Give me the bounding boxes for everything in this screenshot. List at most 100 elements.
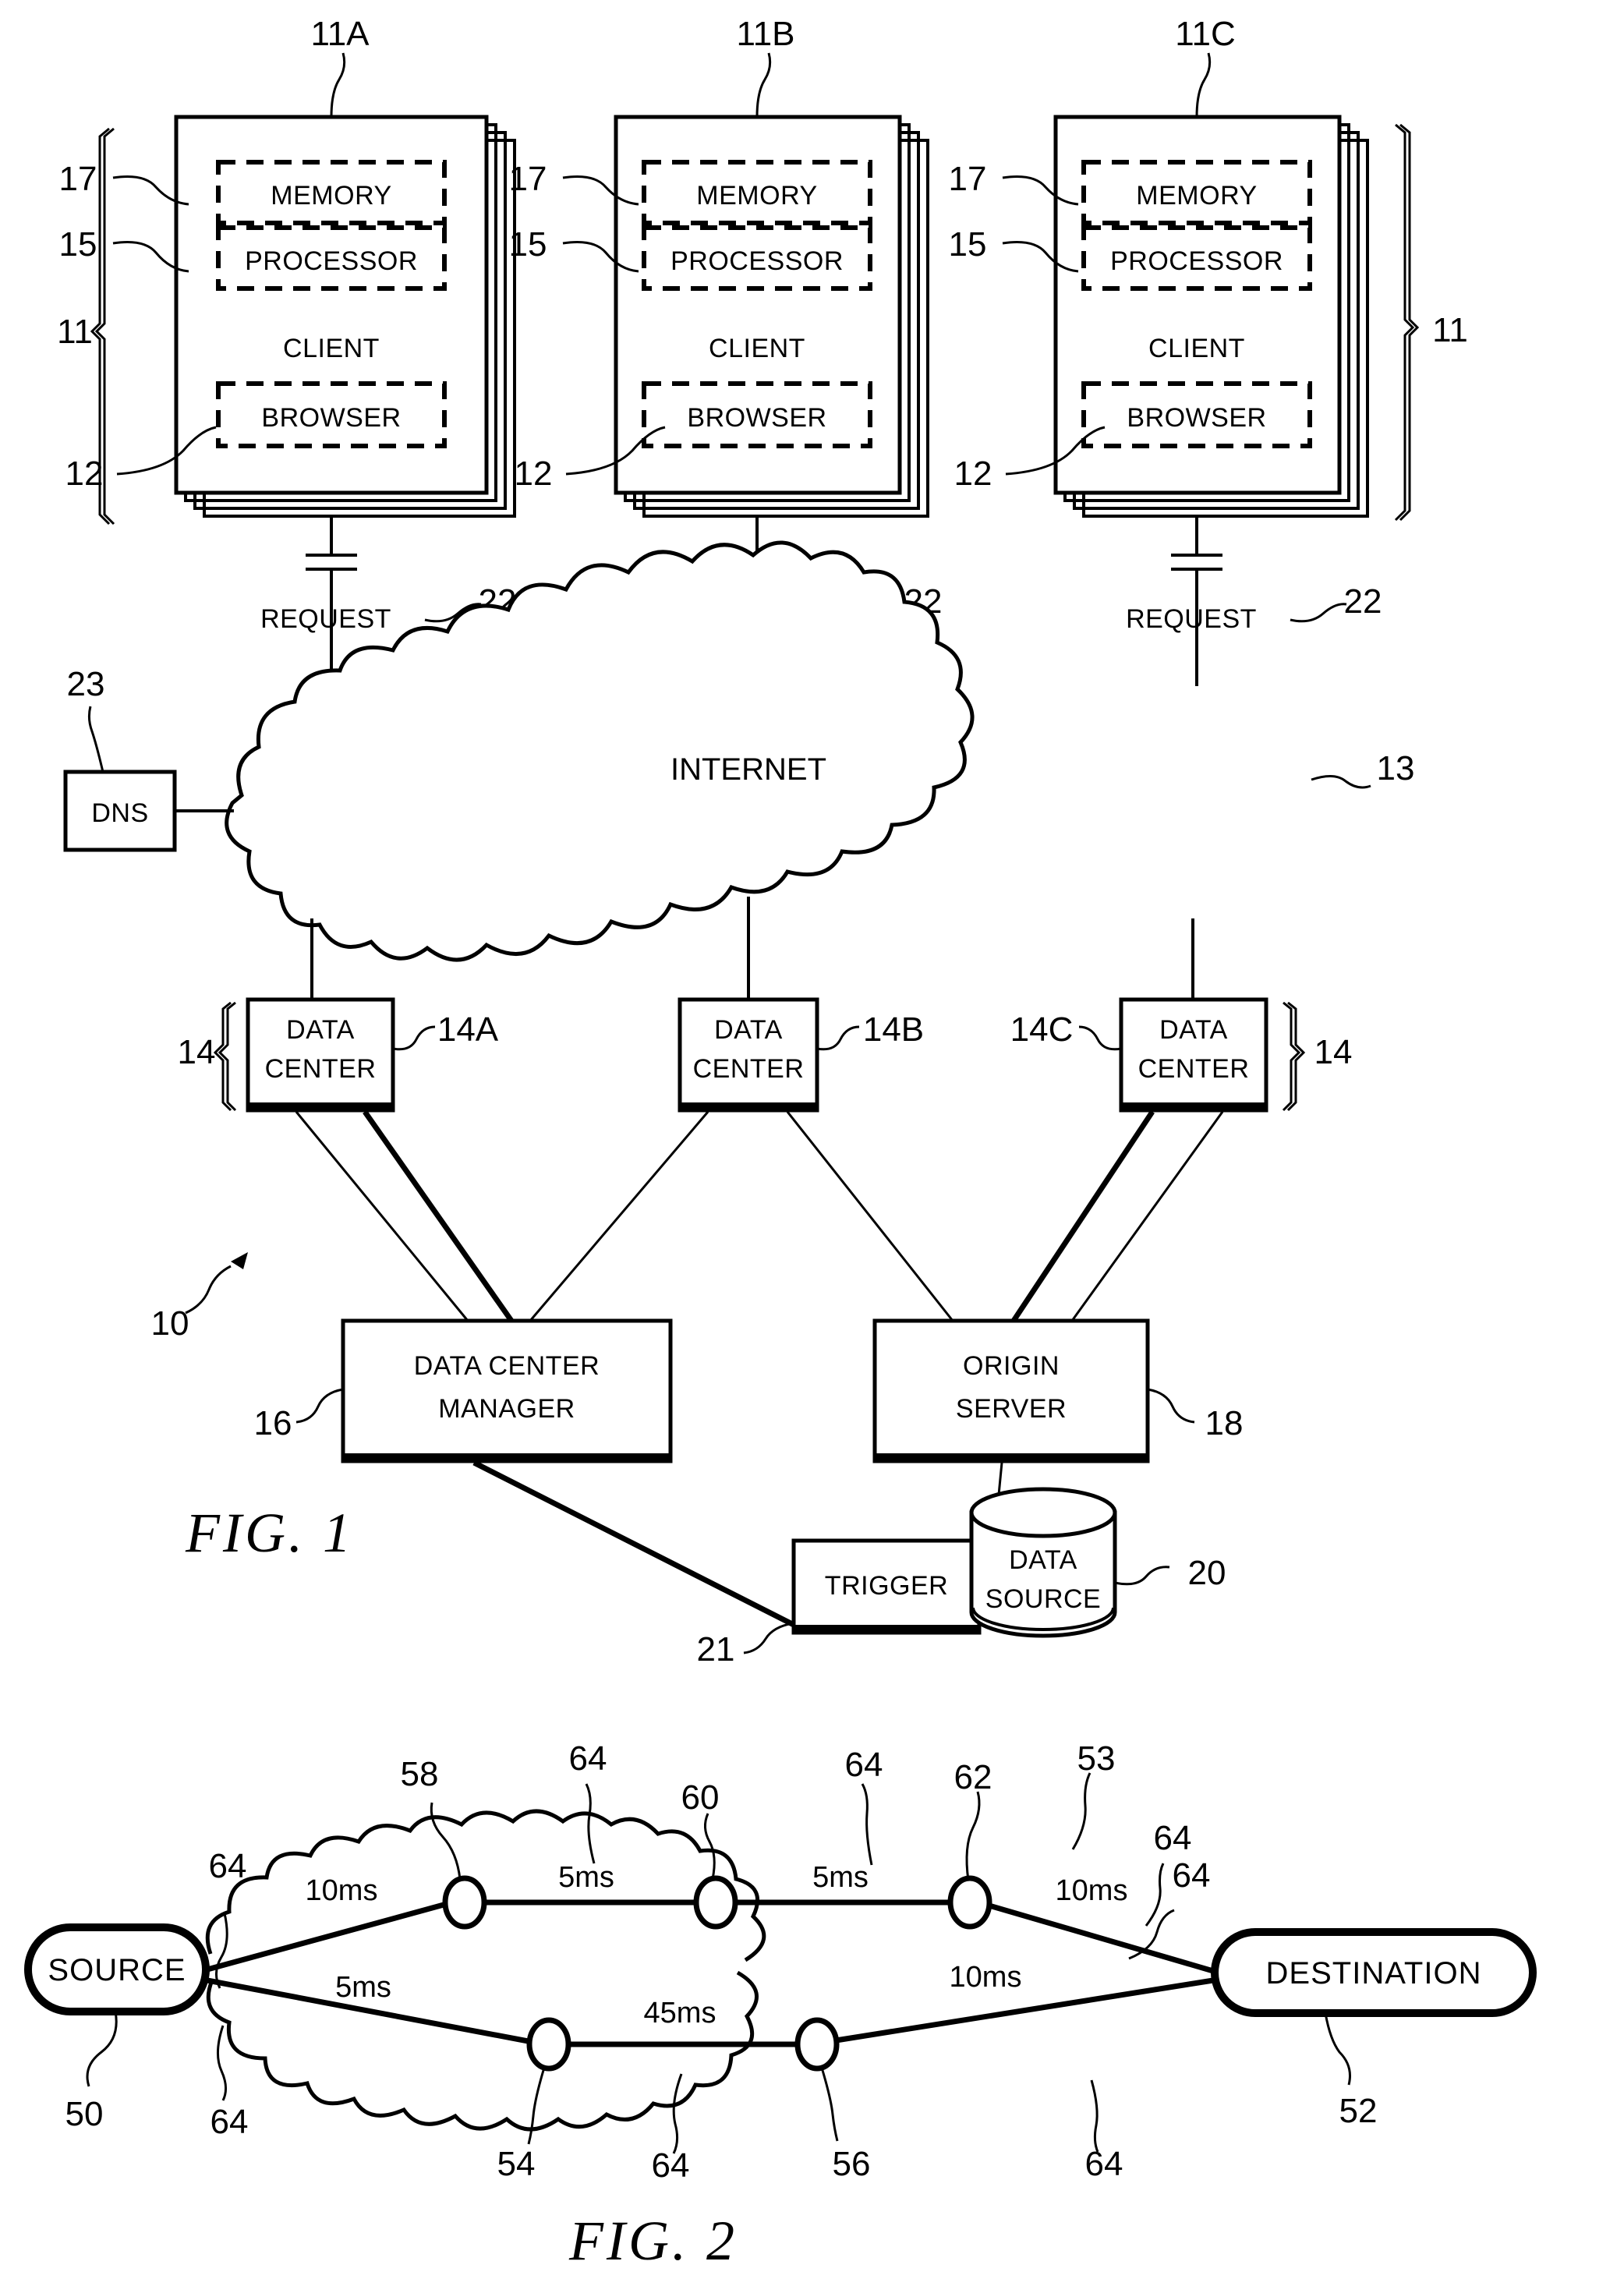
data-center-14C[interactable]: DATA CENTER 14C xyxy=(1010,997,1268,1113)
ref-16: 16 xyxy=(254,1404,292,1442)
ref-21: 21 xyxy=(697,1630,735,1668)
ref-12: 12 xyxy=(65,455,104,493)
data-center-group-bracket-right: 14 xyxy=(1282,1001,1353,1112)
client-memory-label: MEMORY xyxy=(1136,181,1257,211)
figure-2: SOURCE 50 DESTINATION 52 58 60 62 54 56 … xyxy=(24,1739,1537,2272)
ref-14-right: 14 xyxy=(1314,1033,1353,1071)
source-label: SOURCE xyxy=(48,1953,186,1987)
trigger-box[interactable]: TRIGGER 21 xyxy=(697,1538,982,1668)
ref-20: 20 xyxy=(1188,1554,1226,1592)
system-ref-10: 10 xyxy=(151,1252,248,1343)
dns-node[interactable]: DNS 23 xyxy=(63,665,234,852)
client-browser-label: BROWSER xyxy=(1127,403,1266,433)
data-center-label-line1: DATA xyxy=(286,1015,355,1045)
destination-node[interactable]: DESTINATION 52 xyxy=(1211,1928,1537,2130)
ref-62: 62 xyxy=(954,1758,992,1796)
link-ref-64-2: 64 xyxy=(845,1746,883,1866)
ref-17: 17 xyxy=(59,160,97,198)
data-center-manager[interactable]: DATA CENTER MANAGER 16 xyxy=(254,1318,673,1463)
client-title-label: CLIENT xyxy=(283,334,380,363)
origin-server-line1: ORIGIN xyxy=(963,1351,1060,1381)
ref-11C: 11C xyxy=(1175,15,1235,53)
origin-server[interactable]: ORIGIN SERVER 18 xyxy=(872,1318,1244,1463)
data-center-manager-line2: MANAGER xyxy=(438,1394,575,1424)
client-processor-label: PROCESSOR xyxy=(245,246,418,276)
ref-15: 15 xyxy=(949,225,987,264)
ref-15: 15 xyxy=(59,225,97,264)
ref-12: 12 xyxy=(515,455,553,493)
data-center-14B[interactable]: DATA CENTER 14B xyxy=(678,997,924,1113)
data-center-label-line2: CENTER xyxy=(1138,1054,1250,1084)
ref-56: 56 xyxy=(833,2145,871,2183)
ref-64: 64 xyxy=(1173,1856,1211,1895)
dns-label: DNS xyxy=(91,798,148,828)
data-source-cylinder[interactable]: DATA SOURCE 20 xyxy=(969,1487,1226,1638)
data-source-line1: DATA xyxy=(1009,1545,1077,1575)
ref-52: 52 xyxy=(1339,2092,1378,2130)
ref-64: 64 xyxy=(569,1739,607,1778)
network-ref-53: 53 xyxy=(1071,1739,1116,1850)
client-processor-label: PROCESSOR xyxy=(1110,246,1283,276)
source-node[interactable]: SOURCE 50 xyxy=(24,1923,210,2133)
client-stack-11A[interactable]: MEMORY PROCESSOR CLIENT BROWSER 17 15 12… xyxy=(59,15,517,686)
latency-upper-3: 10ms xyxy=(1056,1874,1128,1907)
ref-22-c: 22 xyxy=(1344,582,1382,621)
client-title-label: CLIENT xyxy=(709,334,805,363)
origin-server-line2: SERVER xyxy=(956,1394,1067,1424)
data-center-manager-line1: DATA CENTER xyxy=(414,1351,600,1381)
data-center-label-line2: CENTER xyxy=(693,1054,805,1084)
figure-1-caption: FIG. 1 xyxy=(185,1502,354,1564)
latency-lower-2: 10ms xyxy=(950,1961,1022,1994)
client-browser-label: BROWSER xyxy=(261,403,401,433)
link-ref-64-6: 64 xyxy=(1085,2079,1123,2183)
ref-23: 23 xyxy=(67,665,105,703)
latency-lower-1: 45ms xyxy=(644,1997,716,2029)
ref-13: 13 xyxy=(1377,749,1415,787)
patent-figure-sheet: MEMORY PROCESSOR CLIENT BROWSER 17 15 12… xyxy=(0,0,1624,2286)
ref-14C: 14C xyxy=(1010,1010,1074,1049)
data-center-label-line2: CENTER xyxy=(265,1054,377,1084)
ref-12: 12 xyxy=(954,455,992,493)
ref-11B: 11B xyxy=(736,15,794,53)
ref-18: 18 xyxy=(1205,1404,1244,1442)
ref-58: 58 xyxy=(401,1755,439,1793)
ref-11-left: 11 xyxy=(57,313,93,351)
ref-53: 53 xyxy=(1077,1739,1116,1778)
latency-upper-1: 5ms xyxy=(558,1861,614,1894)
ref-60: 60 xyxy=(681,1778,720,1817)
figure-2-caption: FIG. 2 xyxy=(568,2210,738,2272)
ref-10: 10 xyxy=(151,1304,189,1343)
node-62[interactable]: 62 xyxy=(947,1758,992,1930)
ref-17: 17 xyxy=(509,160,547,198)
data-center-group-bracket-left: 14 xyxy=(178,1001,237,1112)
ref-50: 50 xyxy=(65,2095,104,2133)
client-browser-label: BROWSER xyxy=(687,403,826,433)
ref-64: 64 xyxy=(1085,2145,1123,2183)
client-memory-label: MEMORY xyxy=(271,181,391,211)
client-group-bracket-right: 11 xyxy=(1394,123,1468,522)
request-label-a: REQUEST xyxy=(260,604,391,634)
data-source-line2: SOURCE xyxy=(985,1584,1101,1614)
node-56[interactable]: 56 xyxy=(794,2017,871,2183)
data-center-14A[interactable]: DATA CENTER 14A xyxy=(246,997,499,1113)
data-center-label-line1: DATA xyxy=(714,1015,783,1045)
link-ref-64-7: 64 xyxy=(1128,1856,1211,1960)
latency-upper-0: 10ms xyxy=(306,1874,378,1907)
latency-lower-0: 5ms xyxy=(335,1971,391,2004)
request-label-c: REQUEST xyxy=(1126,604,1257,634)
internet-label: INTERNET xyxy=(670,752,826,787)
datacenter-to-manager-links xyxy=(295,1109,1224,1323)
data-center-label-line1: DATA xyxy=(1159,1015,1228,1045)
latency-upper-2: 5ms xyxy=(812,1861,869,1894)
trigger-label: TRIGGER xyxy=(825,1571,948,1601)
client-stack-11C[interactable]: MEMORY PROCESSOR CLIENT BROWSER 17 15 12… xyxy=(949,15,1382,686)
client-title-label: CLIENT xyxy=(1148,334,1245,363)
ref-64: 64 xyxy=(845,1746,883,1784)
client-processor-label: PROCESSOR xyxy=(670,246,844,276)
ref-11-right: 11 xyxy=(1432,311,1468,349)
figure-1: MEMORY PROCESSOR CLIENT BROWSER 17 15 12… xyxy=(57,15,1468,1668)
ref-14B: 14B xyxy=(863,1010,924,1049)
ref-14A: 14A xyxy=(437,1010,499,1049)
ref-15: 15 xyxy=(509,225,547,264)
ref-14-left: 14 xyxy=(178,1033,216,1071)
